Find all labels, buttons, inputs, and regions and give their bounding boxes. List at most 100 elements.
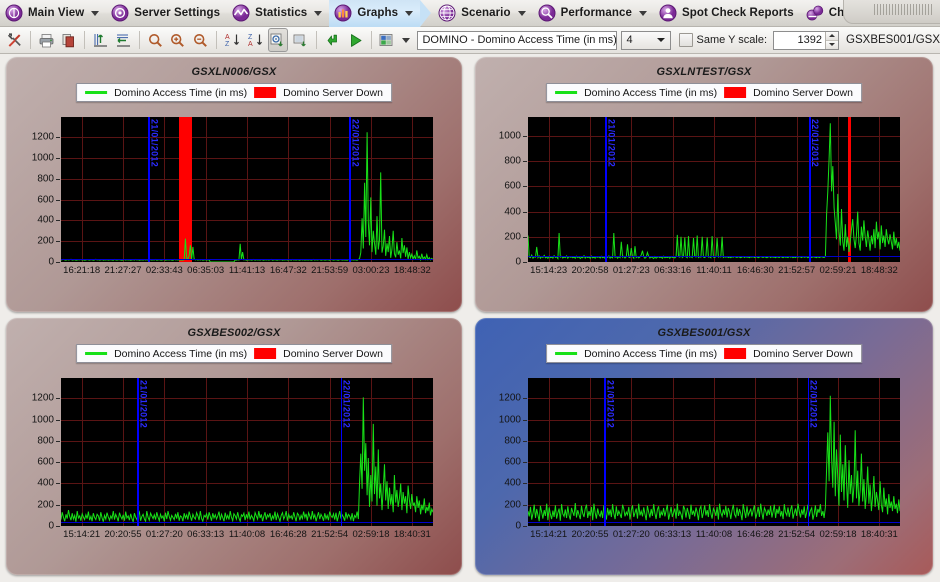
plot-area[interactable]: 21/01/2012 22/01/2012 <box>528 378 900 526</box>
menu-item-label: Statistics <box>255 7 308 19</box>
refresh-button[interactable] <box>322 28 343 52</box>
average-baseline <box>528 521 900 523</box>
menu-item-scenario[interactable]: Scenario <box>433 0 532 27</box>
y-axis-tick-mark <box>56 158 60 159</box>
date-marker-label: 22/01/2012 <box>341 380 352 429</box>
series-path <box>61 397 433 524</box>
toolbar-separator <box>84 31 86 49</box>
y-scale-value[interactable]: 1392 <box>774 32 825 49</box>
plot-container[interactable]: 21/01/2012 22/01/2012 0 200 400 600 800 1000 120… <box>499 378 900 546</box>
y-axis-tick-mark <box>56 200 60 201</box>
y-axis-tick-label: 400 <box>504 206 521 218</box>
x-axis-tick-label: 20:20:58 <box>571 265 609 276</box>
graph-legend: Domino Access Time (in ms) Domino Server… <box>546 83 862 102</box>
plot-container[interactable]: 21/01/2012 22/01/2012 0 200 400 600 800 1000 15:… <box>499 117 900 282</box>
menu-item-server-settings[interactable]: Server Settings <box>106 0 227 27</box>
menu-item-statistics[interactable]: Statistics <box>227 0 329 27</box>
y-axis-tick-mark <box>56 462 60 463</box>
zoom-button[interactable] <box>145 28 166 52</box>
y-axis-tick-label: 600 <box>504 456 521 468</box>
x-axis-tick-label: 21:27:27 <box>104 265 142 276</box>
graph-panel-title: GSXBES002/GSX <box>187 327 281 339</box>
y-axis-tick-mark <box>523 441 527 442</box>
menu-item-graphs[interactable]: Graphs <box>329 0 432 27</box>
wave-circle-icon <box>232 4 250 22</box>
y-axis-tick-mark <box>523 186 527 187</box>
graph-panel-surface[interactable]: GSXLN006/GSX Domino Access Time (in ms) … <box>6 57 462 312</box>
graph-panel[interactable]: GSXLN006/GSX Domino Access Time (in ms) … <box>0 54 469 316</box>
insert-row-button[interactable] <box>90 28 111 52</box>
x-axis-tick-label: 11:40:08 <box>228 529 266 540</box>
caret-down-icon <box>829 43 836 46</box>
sort-az-icon: AZ <box>225 34 239 48</box>
y-axis-tick-label: 0 <box>515 256 521 268</box>
y-axis-tick-label: 1000 <box>31 414 54 426</box>
x-axis-tick-label: 15:14:21 <box>530 529 568 540</box>
legend-event-label: Domino Server Down <box>753 347 853 360</box>
graph-panel[interactable]: GSXBES002/GSX Domino Access Time (in ms)… <box>0 316 469 582</box>
legend-line-swatch <box>85 91 108 94</box>
menu-item-spot-check-reports[interactable]: Spot Check Reports <box>654 0 801 27</box>
y-axis-tick-mark <box>56 220 60 221</box>
y-axis-tick-label: 1200 <box>498 392 521 404</box>
x-axis-tick-label: 11:41:13 <box>228 265 266 276</box>
graph-panel-surface[interactable]: GSXLNTEST/GSX Domino Access Time (in ms)… <box>475 57 933 312</box>
x-axis-tick-label: 16:46:28 <box>269 529 307 540</box>
checkbox-box[interactable] <box>678 33 693 47</box>
insert-column-button[interactable] <box>113 28 134 52</box>
y-axis-tick-label: 800 <box>37 435 54 447</box>
plot-container[interactable]: 21/01/2012 22/01/2012 0 200 400 600 800 1000 120… <box>32 378 433 546</box>
legend-event-swatch <box>254 87 277 98</box>
legend-event-swatch <box>724 348 747 359</box>
plot-area[interactable]: 21/01/2012 22/01/2012 <box>61 117 433 262</box>
x-axis-tick-label: 11:40:11 <box>696 265 732 276</box>
svg-text:Z: Z <box>225 41 230 48</box>
date-marker-label: 22/01/2012 <box>350 119 361 168</box>
chevron-down-icon <box>639 10 647 16</box>
toolbar-separator <box>138 31 140 49</box>
tools-button[interactable] <box>4 28 25 52</box>
plot-container[interactable]: 21/01/2012 22/01/2012 0 200 400 600 800 1000 120… <box>32 117 433 282</box>
series-path <box>61 132 433 262</box>
copy-button[interactable] <box>58 28 79 52</box>
layout-button[interactable] <box>377 28 398 52</box>
graph-panel[interactable]: GSXLNTEST/GSX Domino Access Time (in ms)… <box>469 54 940 316</box>
layout-grid-icon <box>379 33 393 46</box>
spinner-down-button[interactable] <box>826 40 839 49</box>
select-target-button[interactable] <box>267 28 289 52</box>
x-axis-tick-label: 06:33:13 <box>187 529 225 540</box>
graph-panel-surface[interactable]: GSXBES001/GSX Domino Access Time (in ms)… <box>475 318 933 575</box>
plot-area[interactable]: 21/01/2012 22/01/2012 <box>61 378 433 526</box>
plot-area[interactable]: 21/01/2012 22/01/2012 <box>528 117 900 262</box>
zoom-out-button[interactable] <box>190 28 211 52</box>
menu-item-performance[interactable]: Performance <box>533 0 654 27</box>
spinner-up-button[interactable] <box>826 31 839 41</box>
print-button[interactable] <box>36 28 57 52</box>
x-axis-tick-label: 18:40:31 <box>393 529 431 540</box>
zoom-in-button[interactable] <box>167 28 188 52</box>
y-axis-tick-label: 200 <box>37 235 54 247</box>
graph-panel-title: GSXLN006/GSX <box>191 66 277 78</box>
sort-ascending-button[interactable]: AZ <box>222 28 243 52</box>
play-button[interactable] <box>345 28 366 52</box>
panel-count-combo[interactable]: 4 <box>621 30 671 50</box>
x-axis-tick-label: 02:33:43 <box>145 265 183 276</box>
magnifier-plus-icon <box>171 33 185 47</box>
y-axis-tick-mark <box>56 179 60 180</box>
y-scale-spinner[interactable]: 1392 <box>773 30 840 50</box>
y-axis-tick-label: 600 <box>37 194 54 205</box>
spinner-buttons[interactable] <box>825 31 839 49</box>
graph-panel-selected[interactable]: GSXBES001/GSX Domino Access Time (in ms)… <box>469 316 940 582</box>
graph-panel-surface[interactable]: GSXBES002/GSX Domino Access Time (in ms)… <box>6 318 462 575</box>
svg-text:A: A <box>225 34 230 41</box>
average-baseline <box>528 256 900 258</box>
sort-descending-button[interactable]: ZA <box>245 28 266 52</box>
graph-type-combo[interactable]: DOMINO - Domino Access Time (in ms) <box>417 30 618 50</box>
layout-dropdown-button[interactable] <box>399 28 412 52</box>
y-axis-tick-label: 600 <box>37 456 54 468</box>
export-button[interactable] <box>290 28 311 52</box>
x-axis-tick-label: 15:14:21 <box>63 529 101 540</box>
same-y-scale-checkbox[interactable]: Same Y scale: <box>678 33 767 47</box>
insert-column-icon <box>116 34 130 47</box>
menu-item-main-view[interactable]: Main View <box>0 0 106 27</box>
